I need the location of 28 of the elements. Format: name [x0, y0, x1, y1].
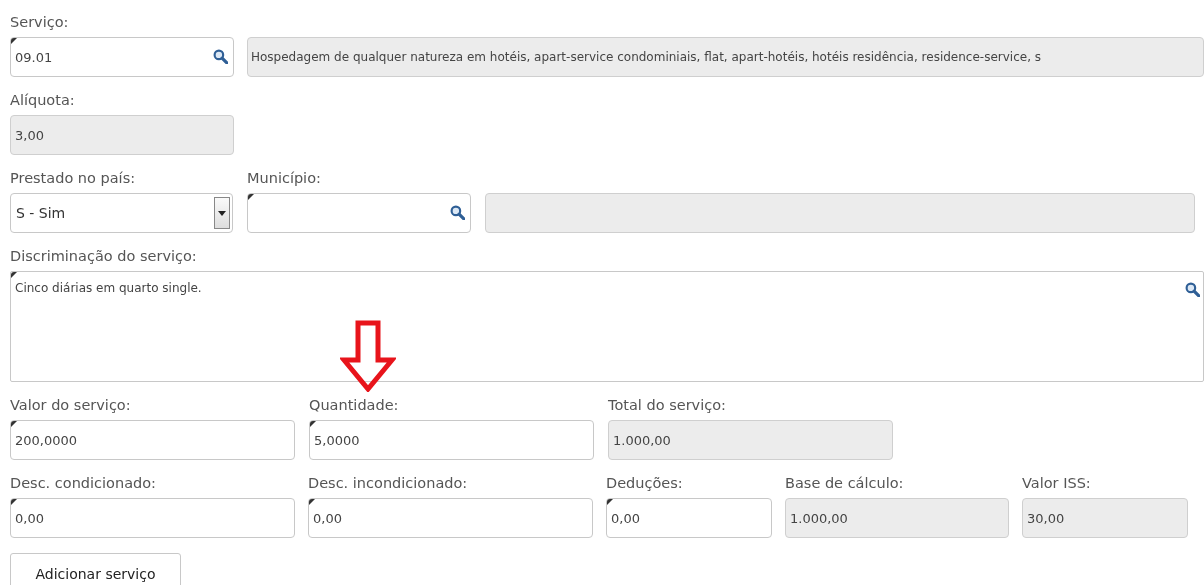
- input-field[interactable]: 0,00: [308, 498, 593, 538]
- add-service-button[interactable]: Adicionar serviço: [10, 553, 181, 585]
- dropdown[interactable]: S - Sim: [10, 193, 233, 233]
- text-area[interactable]: Cinco diárias em quarto single.: [10, 271, 1204, 382]
- search-icon[interactable]: [450, 205, 465, 220]
- input-field[interactable]: 0,00: [10, 498, 295, 538]
- input-field[interactable]: 0,00: [606, 498, 772, 538]
- caret-icon[interactable]: [214, 197, 230, 229]
- field-label: Prestado no país:: [10, 169, 137, 188]
- input-field[interactable]: 09.01: [10, 37, 234, 77]
- field-label: Desc. incondicionado:: [308, 474, 469, 493]
- field-label: Valor ISS:: [1022, 474, 1092, 493]
- field-label: Deduções:: [606, 474, 684, 493]
- input-field[interactable]: [247, 193, 471, 233]
- field-label: Alíquota:: [10, 91, 76, 110]
- field-label: Município:: [247, 169, 322, 188]
- field-label: Quantidade:: [309, 396, 400, 415]
- input-field[interactable]: 200,0000: [10, 420, 295, 460]
- field-label: Desc. condicionado:: [10, 474, 157, 493]
- field-label: Total do serviço:: [608, 396, 727, 415]
- field-label: Valor do serviço:: [10, 396, 132, 415]
- search-icon[interactable]: [1185, 282, 1200, 297]
- down-arrow-icon: [340, 320, 396, 392]
- field-label: Serviço:: [10, 13, 70, 32]
- field-label: Discriminação do serviço:: [10, 247, 198, 266]
- search-icon[interactable]: [213, 49, 228, 64]
- input-field[interactable]: 5,0000: [309, 420, 594, 460]
- field-label: Base de cálculo:: [785, 474, 905, 493]
